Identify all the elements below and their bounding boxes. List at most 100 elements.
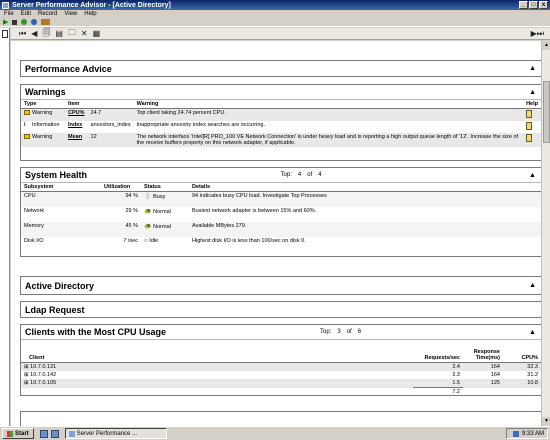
busy-icon: 🐇 [144,194,154,200]
start-button[interactable]: Start [2,428,34,439]
type-label: Information [32,122,60,128]
performance-advice-header[interactable]: Performance Advice ▲ [21,61,541,76]
maximize-button[interactable]: □ [529,1,538,9]
collapse-icon[interactable]: ▲ [529,329,536,336]
item-link[interactable]: CPU% [68,110,85,116]
help-icon[interactable] [526,134,533,142]
page-view-icon[interactable]: ▤ [55,29,63,38]
previous-page-icon[interactable]: ◀ [31,29,37,38]
response-value: 164 [490,372,500,378]
clients-cpu-header[interactable]: Clients with the Most CPU Usage Top: 3 o… [21,325,541,340]
requests-total: 7.2 [413,387,463,396]
next-section-partial [20,411,541,426]
column-header: CPU% [503,348,541,363]
section-title: Ldap Request [25,304,85,315]
windows-logo-icon [7,430,13,437]
ldap-request-header[interactable]: Ldap Request [21,302,541,317]
column-header: Help [523,100,541,109]
section-title: Performance Advice [25,63,112,74]
close-button[interactable]: x [539,1,548,9]
warnings-table: Type Item Warning Help Warning CPU% 24.7… [21,100,541,147]
menu-record[interactable]: Record [38,11,57,17]
details-text: Available MBytes 279. [192,222,247,229]
help-icon[interactable] [526,110,533,118]
warnings-section: Warnings ▲ Type Item Warning Help Warnin… [20,84,541,161]
task-label: Server Performance ... [76,430,138,437]
requests-value: 1.5 [452,380,460,386]
close-report-icon[interactable]: ✕ [81,29,88,38]
top-label: Top: [280,172,292,178]
client-address: 10.7.0.105 [30,380,57,386]
system-health-header[interactable]: System Health Top: 4 of 4 ▲ [21,168,541,183]
collapse-icon[interactable]: ▲ [529,89,536,96]
refresh-icon[interactable] [21,19,28,25]
menu-help[interactable]: Help [84,11,96,17]
subsystem-name: CPU [24,193,36,199]
taskbar-item-server-performance[interactable]: Server Performance ... [64,428,167,439]
help-icon[interactable] [526,122,533,130]
collapse-icon[interactable]: ▲ [529,282,536,289]
scrollbar-thumb[interactable] [543,81,550,143]
type-label: Warning [32,134,53,140]
explorer-icon[interactable] [39,429,48,438]
top-n-selector[interactable]: Top: 4 of 4 [281,172,322,178]
options-dropdown-icon[interactable] [41,19,51,25]
item-link[interactable]: Mean [68,134,82,140]
quick-launch [39,429,59,438]
table-row: CPU 94 % 🐇 Busy 94 indicates busy CPU lo… [21,191,541,207]
column-header: Utilization [101,183,141,192]
details-text: Busiest network adapter is between 15% a… [192,207,317,214]
last-page-icon[interactable]: ▶⏭ [531,29,544,39]
utilization-value: 29 % [125,207,138,214]
response-value: 164 [490,364,500,370]
vertical-scrollbar[interactable]: ▲ ▼ [541,41,550,426]
client-address: 10.7.0.142 [30,372,57,378]
cpu-value: 32.3 [527,364,538,370]
warnings-header[interactable]: Warnings ▲ [21,85,541,100]
collapse-icon[interactable]: ▲ [529,172,536,179]
active-directory-header[interactable]: Active Directory ▲ [21,277,541,294]
navigation-pane[interactable] [0,28,10,426]
play-icon[interactable]: ▶ [3,19,8,26]
menu-file[interactable]: File [4,11,14,17]
table-row: Memory 45 % 🐢 Normal Available MBytes 27… [21,221,541,237]
scroll-up-icon[interactable]: ▲ [542,41,550,50]
top-value[interactable]: 3 [337,329,340,335]
item-value: 24.7 [90,110,102,116]
status-text: Normal [153,223,171,230]
table-row[interactable]: ⊞ 10.7.0.142 2.3 164 31.2 [21,371,541,379]
network-icon[interactable] [512,430,519,437]
clients-cpu-table: Client Requests/sec Response Time(ms) CP… [21,348,541,396]
stop-icon[interactable] [12,19,18,25]
scroll-down-icon[interactable]: ▼ [542,417,550,426]
section-title: Clients with the Most CPU Usage [25,327,167,337]
column-header: Subsystem [21,183,101,192]
table-row[interactable]: ⊞ 10.7.0.105 1.5 125 10.8 [21,379,541,388]
item-link[interactable]: Index [68,122,82,128]
column-header: Item [65,100,88,109]
app-icon [2,1,9,9]
column-header: Type [21,100,65,109]
folder-icon[interactable]: 🗀 [68,27,76,41]
section-title: Active Directory [25,280,95,291]
section-title: Warnings [25,87,66,97]
table-row: Warning Mean 12 The network interface 'I… [21,133,541,147]
collapse-icon[interactable]: ▲ [529,65,536,72]
table-row[interactable]: ⊞ 10.7.0.131 2.4 164 32.3 [21,362,541,371]
menu-edit[interactable]: Edit [21,11,31,17]
top-n-selector[interactable]: Top: 3 of 6 [320,329,361,335]
status-text: Idle [149,237,159,244]
warning-text: The network interface 'Intel[R] PRO_100 … [136,134,519,146]
report-icon[interactable] [31,19,38,25]
first-page-icon[interactable]: ⏮ [19,29,26,39]
warning-icon [24,134,30,140]
grid-icon[interactable]: ▦ [93,29,101,38]
minimize-button[interactable]: _ [519,1,528,9]
window-title-bar[interactable]: Server Performance Advisor - [Active Dir… [0,0,550,10]
open-icon[interactable]: 🗐 [42,27,50,41]
column-header: Client [21,348,413,363]
terminal-icon[interactable] [50,429,59,438]
top-value[interactable]: 4 [298,172,301,178]
menu-view[interactable]: View [64,11,77,17]
menu-bar: File Edit Record View Help [0,10,550,18]
